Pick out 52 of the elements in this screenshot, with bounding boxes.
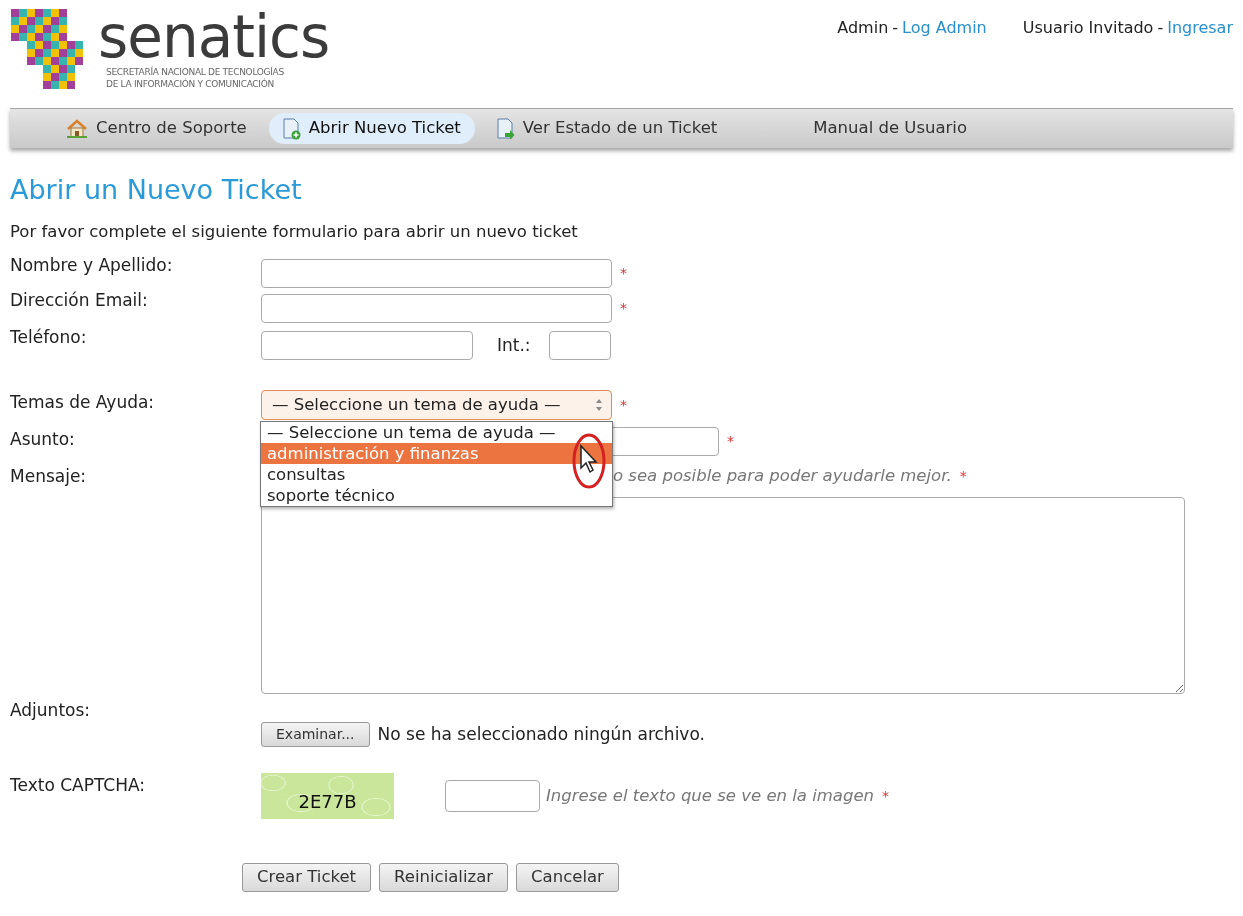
field-label: Teléfono: xyxy=(10,326,88,350)
form-button[interactable]: Reinicializar xyxy=(379,863,509,893)
browse-button[interactable]: Examinar... xyxy=(261,722,370,748)
field-label: Int.: xyxy=(497,333,531,357)
nav-tab[interactable]: Ver Estado de un Ticket xyxy=(482,113,732,144)
required-mark: * xyxy=(727,432,734,452)
captcha-text: 2E77B xyxy=(298,789,357,814)
field-label: Asunto: xyxy=(10,428,76,452)
required-mark: * xyxy=(959,467,967,486)
file-status: No se ha seleccionado ningún archivo. xyxy=(377,722,705,746)
text-field[interactable] xyxy=(261,259,612,289)
captcha-field[interactable] xyxy=(445,780,540,813)
dropdown-option[interactable]: — Seleccione un tema de ayuda — xyxy=(261,422,612,444)
house-icon xyxy=(66,118,88,139)
required-mark: * xyxy=(882,786,890,806)
text-field[interactable] xyxy=(261,294,612,324)
logo-subtitle: DE LA INFORMACIÓN Y COMUNICACIÓN xyxy=(106,78,275,90)
field-label: Adjuntos: xyxy=(10,698,92,722)
field-label: Temas de Ayuda: xyxy=(10,391,156,415)
nav-tab[interactable]: Abrir Nuevo Ticket xyxy=(268,113,475,144)
user-label: Usuario Invitado xyxy=(1022,17,1154,39)
user-label: Admin xyxy=(837,17,889,39)
page-title: Abrir un Nuevo Ticket xyxy=(10,174,303,207)
dropdown-option[interactable]: soporte técnico xyxy=(261,485,612,507)
separator-text: - xyxy=(892,17,899,39)
required-mark: * xyxy=(620,299,627,319)
field-label: Nombre y Apellido: xyxy=(10,254,174,278)
dropdown-option[interactable]: consultas xyxy=(261,464,612,486)
logo-subtitle: SECRETARÍA NACIONAL DE TECNOLOGÍAS xyxy=(106,66,285,78)
login-link[interactable]: Ingresar xyxy=(1167,16,1233,108)
nav-tab[interactable]: Manual de Usuario xyxy=(799,113,982,144)
nav-tab[interactable]: Centro de Soporte xyxy=(52,113,261,144)
topic-select[interactable]: — Seleccione un tema de ayuda — xyxy=(261,390,612,421)
intro-text: Por favor complete el siguiente formulario para abrir un nuevo ticket xyxy=(10,221,579,244)
required-mark: * xyxy=(620,264,627,284)
form-button[interactable]: Crear Ticket xyxy=(242,863,372,893)
document-arrow-icon xyxy=(496,117,515,140)
field-label: Dirección Email: xyxy=(10,289,149,313)
spinner-arrows-icon xyxy=(595,398,603,413)
cursor-highlight-icon xyxy=(571,432,607,491)
extension-field[interactable] xyxy=(548,331,611,361)
field-label: Texto CAPTCHA: xyxy=(10,774,147,798)
required-mark: * xyxy=(620,395,627,415)
logo-wordmark: senatics xyxy=(98,8,330,66)
field-label: Mensaje: xyxy=(10,465,88,489)
hint-text: o sea posible para poder ayudarle mejor. xyxy=(613,465,952,488)
form-button[interactable]: Cancelar xyxy=(516,863,619,893)
login-link[interactable]: Log Admin xyxy=(902,16,987,108)
hint-text: Ingrese el texto que se ve en la imagen xyxy=(546,785,875,807)
separator-text: - xyxy=(1157,17,1164,39)
document-plus-icon xyxy=(282,117,301,140)
phone-field[interactable] xyxy=(261,331,473,361)
